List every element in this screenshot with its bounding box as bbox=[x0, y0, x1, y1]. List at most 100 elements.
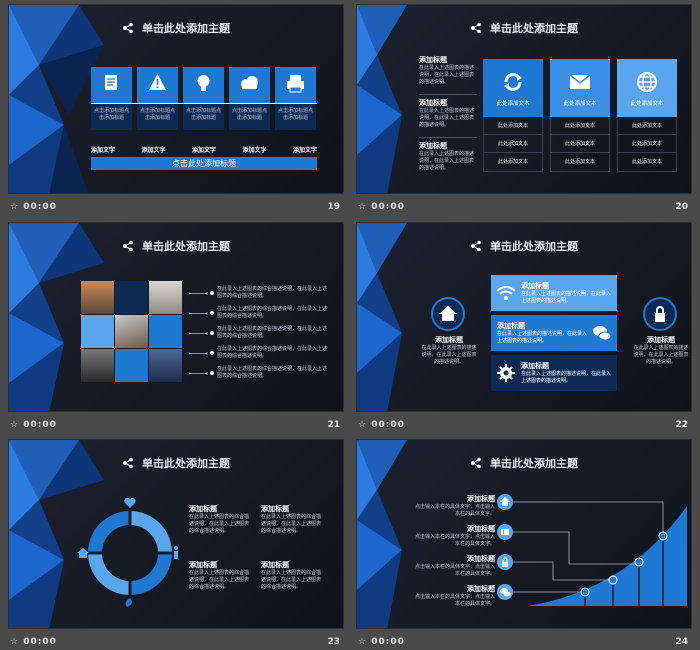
list-item: 在此录入上述图表的综合描述说明，在此录入上述图表的综合描述说明。 bbox=[189, 363, 331, 383]
text-block: 添加标题 在此录入上述图表的描述说明，在此录入上述图表的描述说明。 bbox=[419, 137, 477, 172]
text-tile: 点击添加标题点击添加标题 bbox=[183, 104, 224, 130]
chat-icon bbox=[500, 588, 511, 597]
share-icon bbox=[471, 240, 481, 252]
label: 添加文字 bbox=[141, 147, 166, 154]
color-tile bbox=[149, 315, 182, 348]
slide-number: 20 bbox=[675, 202, 688, 212]
slide-caption: ☆ 00:00 19 bbox=[8, 198, 344, 218]
text-block: 添加标题 在此录入上述图表的综合描述说明，在此录入上述图表的综合描述说明。 bbox=[189, 505, 250, 534]
wifi-icon bbox=[496, 286, 516, 300]
list-item: 在此录入上述图表的综合描述说明，在此录入上述图表的综合描述说明。 bbox=[189, 323, 331, 343]
color-tile bbox=[115, 349, 148, 382]
label: 添加文字 bbox=[292, 147, 317, 154]
timing-label: ☆ 00:00 bbox=[10, 202, 57, 212]
home-icon bbox=[439, 306, 457, 321]
step-item: 添加标题 点击输入本栏的具体文字，点击输入本栏的具体文字。 bbox=[415, 585, 496, 607]
text-block: 添加标题 在此录入上述图表的描述说明，在此录入上述图表的描述说明。 bbox=[419, 56, 475, 85]
cycle-ring-diagram bbox=[77, 498, 178, 607]
left-text: 添加标题 在此录入上述图表的描述说明，在此录入上述图表的描述说明。 bbox=[421, 336, 477, 365]
card: 此处添加文本 此处添加文本 此处添加文本 此处添加文本 bbox=[617, 59, 677, 173]
lock-icon bbox=[502, 557, 508, 567]
slide-title: 单击此处添加主题 bbox=[490, 240, 578, 253]
cloud-icon bbox=[241, 76, 258, 89]
icon-circle bbox=[431, 297, 465, 331]
color-tile bbox=[115, 281, 148, 314]
document-icon bbox=[105, 75, 117, 90]
slide-header: 单击此处添加主题 bbox=[357, 19, 691, 37]
gear-icon bbox=[497, 364, 515, 382]
share-icon bbox=[123, 22, 133, 34]
photo bbox=[115, 315, 148, 348]
text-tile: 点击添加标题点击添加标题 bbox=[229, 104, 270, 130]
step-icon bbox=[497, 584, 513, 600]
slide-number: 19 bbox=[327, 202, 340, 212]
icon-circle bbox=[643, 297, 677, 331]
text-block: 添加标题 在此录入上述图表的综合描述说明，在此录入上述图表的综合描述说明。 bbox=[261, 505, 322, 534]
icon-tile bbox=[229, 67, 270, 103]
text-tile: 点击添加标题点击添加标题 bbox=[91, 104, 132, 130]
card: 此处添加文本 此处添加文本 此处添加文本 此处添加文本 bbox=[550, 59, 610, 173]
slide-canvas: 单击此处添加主题 添加标题 在此录入上述图表的综合描述说明，在此录入上述图表的综… bbox=[8, 439, 344, 629]
slide-canvas: 单击此处添加主题 添加标题 点击输入本栏的具体文字，点击输入本栏的具体文字。 添… bbox=[356, 439, 692, 629]
slide-number: 21 bbox=[327, 420, 340, 430]
photo bbox=[81, 349, 114, 382]
step-item: 添加标题 点击输入本栏的具体文字，点击输入本栏的具体文字。 bbox=[415, 495, 496, 517]
warning-icon bbox=[149, 74, 166, 90]
text-tile: 点击添加标题点击添加标题 bbox=[137, 104, 178, 130]
feature-box: 添加标题 在此录入上述图表的描述说明，在此录入上述图表的描述说明。 bbox=[491, 355, 617, 391]
timing-label: ☆ 00:00 bbox=[10, 420, 57, 430]
share-icon bbox=[123, 240, 133, 252]
icon-tile bbox=[275, 67, 316, 103]
list-item: 在此录入上述图表的综合描述说明，在此录入上述图表的综合描述说明。 bbox=[189, 303, 331, 323]
label: 添加文字 bbox=[242, 147, 267, 154]
slide-title: 单击此处添加主题 bbox=[142, 457, 230, 470]
text-block: 添加标题 在此录入上述图表的综合描述说明，在此录入上述图表的综合描述说明。 bbox=[189, 561, 250, 590]
timing-label: ☆ 00:00 bbox=[358, 202, 405, 212]
left-text-column: 添加标题 在此录入上述图表的描述说明，在此录入上述图表的描述说明。 添加标题 在… bbox=[419, 55, 477, 172]
step-icon bbox=[497, 554, 513, 570]
step-icon bbox=[497, 494, 513, 510]
text-block: 添加标题 在此录入上述图表的描述说明，在此录入上述图表的描述说明。 bbox=[419, 94, 477, 129]
heart-icon bbox=[124, 498, 136, 508]
share-icon bbox=[471, 22, 481, 34]
slide-caption: ☆ 00:00 24 bbox=[356, 633, 692, 650]
person-icon bbox=[174, 546, 178, 559]
slide-title: 单击此处添加主题 bbox=[490, 22, 578, 35]
photo bbox=[149, 349, 182, 382]
home-icon bbox=[77, 548, 89, 558]
slide-header: 单击此处添加主题 bbox=[9, 454, 343, 472]
label: 添加文字 bbox=[191, 147, 216, 154]
feature-box: 添加标题 在此录入上述图表的描述说明，在此录入上述图表的描述说明。 bbox=[491, 315, 617, 351]
step-item: 添加标题 点击输入本栏的具体文字，点击输入本栏的具体文字。 bbox=[415, 525, 496, 547]
film-icon bbox=[501, 529, 509, 535]
slide-title: 单击此处添加主题 bbox=[142, 240, 230, 253]
slide-canvas: 单击此处添加主题 添加标题 在此录入上述图表的描述说明，在此录入上述图表的描述说… bbox=[356, 222, 692, 412]
slide-header: 单击此处添加主题 bbox=[357, 237, 691, 255]
growth-curve-graphic bbox=[507, 501, 687, 606]
slide-canvas: 单击此处添加主题 点击添加标题点击添加标题 点击添加标题点击添加标题 点击添加标… bbox=[8, 4, 344, 194]
timing-label: ☆ 00:00 bbox=[10, 637, 57, 647]
list-item: 在此录入上述图表的综合描述说明，在此录入上述图表的综合描述说明。 bbox=[189, 283, 331, 303]
slide-number: 22 bbox=[675, 420, 688, 430]
slide-header: 单击此处添加主题 bbox=[9, 237, 343, 255]
text-list: 在此录入上述图表的综合描述说明，在此录入上述图表的综合描述说明。 在此录入上述图… bbox=[189, 283, 331, 383]
step-item: 添加标题 点击输入本栏的具体文字，点击输入本栏的具体文字。 bbox=[415, 555, 496, 577]
label-row: 添加文字 添加文字 添加文字 添加文字 添加文字 bbox=[91, 145, 317, 154]
globe-icon bbox=[637, 72, 657, 92]
refresh-icon bbox=[504, 73, 522, 91]
chat-icon bbox=[593, 326, 612, 341]
slide-caption: ☆ 00:00 21 bbox=[8, 416, 344, 436]
slide-caption: ☆ 00:00 20 bbox=[356, 198, 692, 218]
slide-canvas: 单击此处添加主题 添加标题 在此录入上述图表的描述说明，在此录入上述图表的描述说… bbox=[356, 4, 692, 194]
slide-header: 单击此处添加主题 bbox=[9, 19, 343, 37]
card: 此处添加文本 此处添加文本 此处添加文本 此处添加文本 bbox=[483, 59, 543, 173]
timing-label: ☆ 00:00 bbox=[358, 420, 405, 430]
color-tile bbox=[81, 315, 114, 348]
slide-number: 24 bbox=[675, 637, 688, 647]
feature-box: 添加标题 在此录入上述图表的描述说明，在此录入上述图表的描述说明。 bbox=[491, 275, 617, 311]
lock-icon bbox=[655, 306, 665, 322]
slide-title: 单击此处添加主题 bbox=[142, 22, 230, 35]
slide-caption: ☆ 00:00 22 bbox=[356, 416, 692, 436]
text-block: 添加标题 在此录入上述图表的综合描述说明，在此录入上述图表的综合描述说明。 bbox=[261, 561, 322, 590]
photo bbox=[149, 281, 182, 314]
